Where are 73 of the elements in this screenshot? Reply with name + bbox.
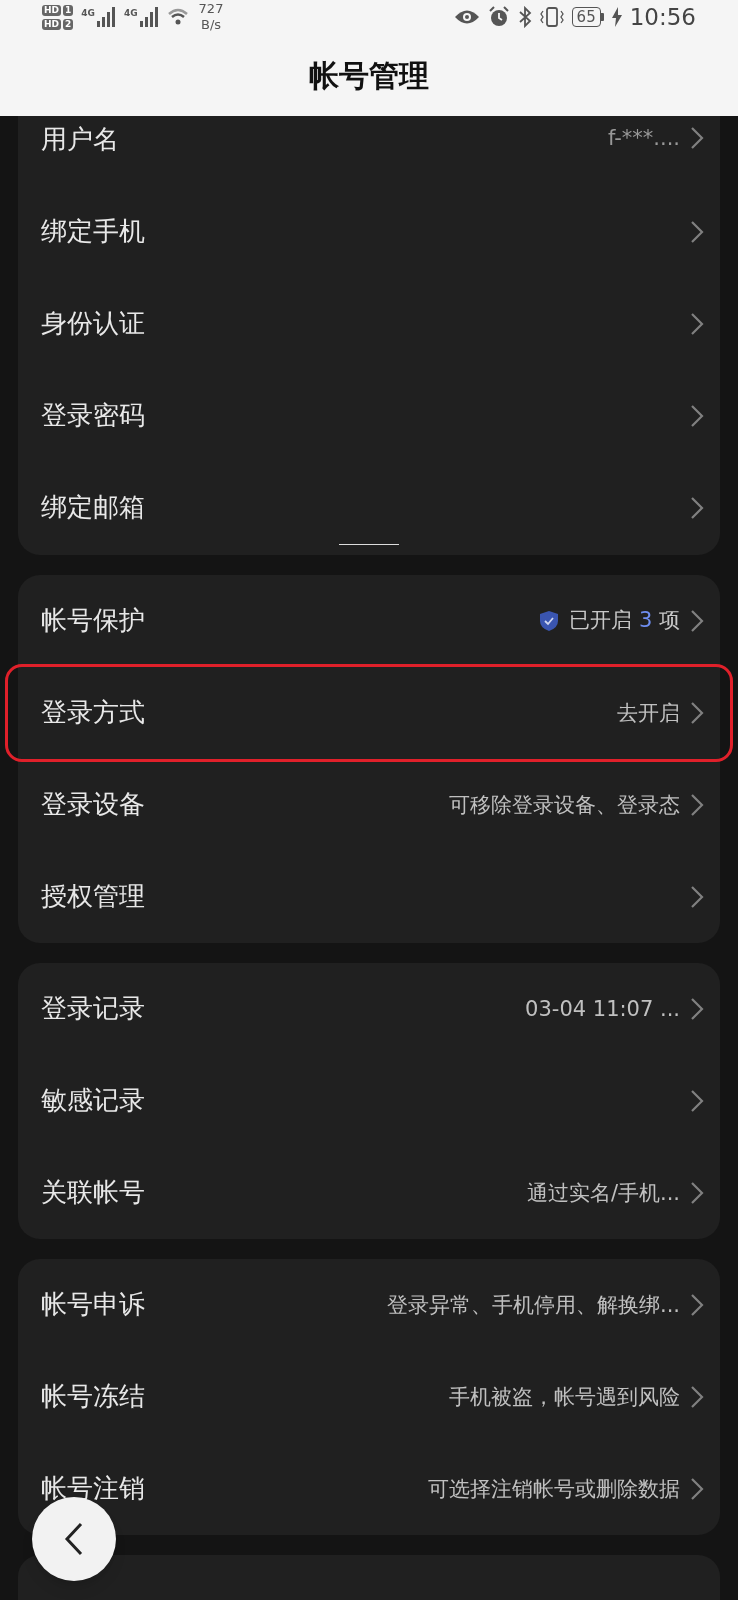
chevron-right-icon [690, 700, 704, 725]
row-label: 身份认证 [41, 307, 145, 340]
list-row[interactable]: 绑定手机 [18, 185, 720, 278]
row-label: 登录记录 [41, 992, 145, 1025]
alarm-icon [487, 6, 510, 29]
sim-slot: 1 [63, 4, 74, 16]
row-label: 关联帐号 [41, 1176, 145, 1209]
row-value: 可选择注销帐号或删除数据 [428, 1476, 680, 1501]
row-label: 帐号冻结 [41, 1380, 145, 1413]
row-label: 登录方式 [41, 696, 145, 729]
row-value: 03-04 11:07 ... [525, 996, 680, 1021]
list-row[interactable]: 帐号申诉 登录异常、手机停用、解换绑... [18, 1258, 720, 1351]
list-row[interactable]: 登录密码 [18, 369, 720, 462]
row-label: 帐号注销 [41, 1472, 145, 1505]
charging-icon [611, 7, 622, 28]
sim-label: HD [42, 4, 61, 16]
sim-label: HD [42, 18, 61, 30]
network-type: 4G [81, 7, 95, 21]
list-row[interactable]: 敏感记录 [18, 1054, 720, 1147]
signal-icon [95, 7, 116, 28]
list-row[interactable]: 关联帐号 通过实名/手机... [18, 1146, 720, 1239]
list-row[interactable]: 帐号保护 已开启 3 项 [18, 574, 720, 667]
row-value: f-***.... [607, 125, 680, 150]
shield-check-icon [539, 609, 560, 632]
chevron-right-icon [690, 1180, 704, 1205]
chevron-right-icon [690, 125, 704, 150]
chevron-right-icon [690, 792, 704, 817]
row-value: 手机被盗，帐号遇到风险 [449, 1384, 680, 1409]
list-row[interactable]: 帐号冻结 手机被盗，帐号遇到风险 [18, 1350, 720, 1443]
chevron-right-icon [690, 311, 704, 336]
row-value: 去开启 [617, 700, 680, 725]
row-value: 通过实名/手机... [526, 1180, 680, 1205]
network-speed: 727 [198, 1, 224, 18]
row-label: 敏感记录 [41, 1084, 145, 1117]
list-row[interactable]: 登录方式 去开启 [8, 666, 730, 759]
sim-slot: 2 [63, 18, 74, 30]
list-row[interactable]: 用户名 f-***.... [18, 115, 720, 186]
clock: 10:56 [629, 3, 696, 32]
row-label: 绑定邮箱 [41, 491, 145, 524]
row-label: 帐号保护 [41, 604, 145, 637]
row-value: 登录异常、手机停用、解换绑... [386, 1292, 680, 1317]
network-type: 4G [123, 7, 138, 21]
battery-indicator: 65 [571, 7, 601, 28]
chevron-right-icon [690, 608, 704, 633]
chevron-right-icon [690, 1088, 704, 1113]
chevron-right-icon [690, 1384, 704, 1409]
chevron-right-icon [690, 403, 704, 428]
row-label: 授权管理 [41, 880, 145, 913]
row-label: 绑定手机 [41, 215, 145, 248]
row-label: 登录密码 [41, 399, 145, 432]
list-row[interactable]: 身份认证 [18, 277, 720, 370]
chevron-right-icon [690, 495, 704, 520]
row-label: 用户名 [41, 122, 119, 156]
row-value: 可移除登录设备、登录态 [449, 792, 680, 817]
bluetooth-icon [517, 6, 532, 29]
chevron-right-icon [690, 996, 704, 1021]
list-row[interactable]: 授权管理 [18, 850, 720, 943]
chevron-right-icon [690, 219, 704, 244]
protection-status: 已开启 3 项 [569, 606, 680, 634]
chevron-right-icon [690, 1292, 704, 1317]
scroll-indicator [339, 543, 399, 545]
vibrate-icon [539, 6, 564, 29]
list-row[interactable]: 帐号注销 可选择注销帐号或删除数据 [18, 1442, 720, 1535]
list-row[interactable]: 登录记录 03-04 11:07 ... [18, 962, 720, 1055]
list-row[interactable]: 登录设备 可移除登录设备、登录态 [18, 758, 720, 851]
row-label: 登录设备 [41, 788, 145, 821]
row-label: 帐号申诉 [41, 1288, 145, 1321]
chevron-right-icon [690, 1476, 704, 1501]
speed-unit: B/s [200, 17, 222, 34]
page-title: 帐号管理 [309, 56, 429, 95]
list-row[interactable]: 绑定邮箱 [18, 461, 720, 554]
signal-icon [138, 7, 159, 28]
chevron-right-icon [690, 884, 704, 909]
